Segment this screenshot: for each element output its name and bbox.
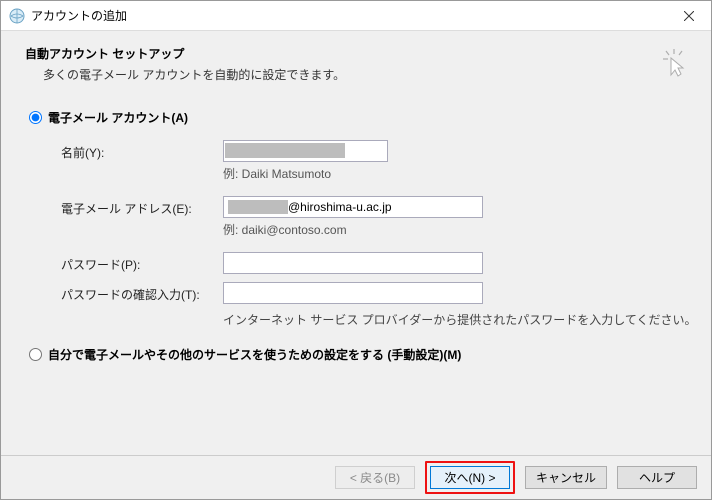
add-account-dialog: アカウントの追加 自動アカウント セットアップ 多くの電子メール アカウントを自… [0, 0, 712, 500]
password-label: パスワード(P): [61, 252, 211, 274]
masked-email-local [228, 200, 288, 214]
next-button[interactable]: 次へ(N) > [430, 466, 510, 489]
email-label: 電子メール アドレス(E): [61, 196, 211, 248]
password-confirm-input[interactable] [223, 282, 483, 304]
app-icon [9, 8, 25, 24]
email-domain-suffix: @hiroshima-u.ac.jp [288, 200, 392, 214]
wizard-header: 自動アカウント セットアップ 多くの電子メール アカウントを自動的に設定できます… [25, 45, 687, 83]
radio-manual-setup-row: 自分で電子メールやその他のサービスを使うための設定をする (手動設定)(M) [25, 346, 687, 363]
close-button[interactable] [666, 1, 711, 31]
content-area: 自動アカウント セットアップ 多くの電子メール アカウントを自動的に設定できます… [1, 31, 711, 455]
cancel-button[interactable]: キャンセル [525, 466, 607, 489]
password-confirm-label: パスワードの確認入力(T): [61, 278, 211, 304]
radio-manual-setup[interactable] [29, 348, 42, 361]
radio-email-account[interactable] [29, 111, 42, 124]
header-title: 自動アカウント セットアップ [25, 45, 687, 62]
email-input[interactable]: @hiroshima-u.ac.jp [223, 196, 483, 218]
next-button-highlight: 次へ(N) > [425, 461, 515, 494]
help-button[interactable]: ヘルプ [617, 466, 697, 489]
header-subtitle: 多くの電子メール アカウントを自動的に設定できます。 [43, 66, 687, 83]
name-example: 例: Daiki Matsumoto [223, 165, 483, 182]
back-button[interactable]: < 戻る(B) [335, 466, 415, 489]
button-bar: < 戻る(B) 次へ(N) > キャンセル ヘルプ [1, 455, 711, 499]
password-hint: インターネット サービス プロバイダーから提供されたパスワードを入力してください… [223, 311, 483, 328]
radio-email-account-label: 電子メール アカウント(A) [48, 109, 188, 126]
titlebar: アカウントの追加 [1, 1, 711, 31]
masked-name-overlay [225, 143, 345, 158]
name-label: 名前(Y): [61, 140, 211, 192]
wizard-cursor-icon [661, 49, 687, 79]
email-example: 例: daiki@contoso.com [223, 221, 483, 238]
window-title: アカウントの追加 [31, 7, 666, 24]
radio-manual-setup-label: 自分で電子メールやその他のサービスを使うための設定をする (手動設定)(M) [48, 346, 461, 363]
password-input[interactable] [223, 252, 483, 274]
radio-email-account-row: 電子メール アカウント(A) [25, 109, 687, 126]
